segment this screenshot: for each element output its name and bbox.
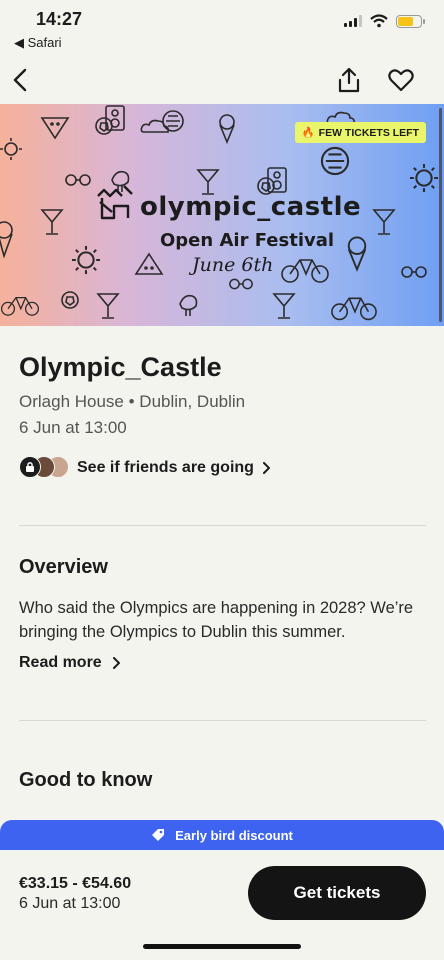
few-tickets-badge: 🔥 FEW TICKETS LEFT xyxy=(294,122,426,143)
cellular-signal-icon xyxy=(344,15,362,27)
battery-icon xyxy=(396,14,425,28)
read-more-label: Read more xyxy=(19,654,102,671)
event-title: Olympic_Castle xyxy=(19,352,222,382)
watermelon-doodle-icon-2 xyxy=(134,252,164,275)
section-divider xyxy=(19,720,426,721)
castle-logo-icon xyxy=(97,185,133,220)
heart-icon xyxy=(388,69,414,92)
brand-date: June 6th xyxy=(192,254,274,276)
cocktail-doodle-icon-3 xyxy=(372,209,396,235)
banner-scrollbar xyxy=(439,108,442,322)
bicycle-doodle-icon xyxy=(281,259,329,283)
event-banner-image[interactable]: 🔥 FEW TICKETS LEFT olympic_castle Open A… xyxy=(0,104,444,326)
good-to-know-heading: Good to know xyxy=(19,769,153,791)
nav-bar xyxy=(0,58,444,102)
fire-icon: 🔥 xyxy=(301,127,315,139)
cocktail-doodle-icon-4 xyxy=(96,293,120,319)
chevron-left-icon xyxy=(13,68,27,92)
back-triangle-icon: ◀ xyxy=(14,35,28,50)
sunglasses-doodle-icon-3 xyxy=(229,278,253,290)
sun-doodle-icon-3 xyxy=(72,246,100,274)
chevron-right-icon xyxy=(112,657,120,669)
share-icon xyxy=(338,67,360,93)
headphones-doodle-icon xyxy=(162,110,184,132)
cocktail-doodle-icon-2 xyxy=(40,209,64,235)
ice-cream-doodle-icon-3 xyxy=(347,236,367,272)
friends-going-link[interactable]: See if friends are going xyxy=(19,456,270,480)
overview-heading: Overview xyxy=(19,556,108,578)
speaker-doodle-icon-2 xyxy=(267,167,287,193)
lock-icon xyxy=(26,462,34,472)
chevron-right-icon xyxy=(262,462,270,474)
ticket-footer: €33.15 - €54.60 6 Jun at 13:00 Get ticke… xyxy=(0,850,444,960)
get-tickets-button[interactable]: Get tickets xyxy=(248,866,426,920)
sunglasses-doodle-icon-2 xyxy=(401,266,427,278)
overview-text: Who said the Olympics are happening in 2… xyxy=(19,599,414,641)
cocktail-doodle-icon-5 xyxy=(272,293,296,319)
brand-subtitle: Open Air Festival xyxy=(160,230,335,251)
friends-going-label: See if friends are going xyxy=(77,459,254,476)
favorite-button[interactable] xyxy=(386,64,416,96)
footer-date: 6 Jun at 13:00 xyxy=(19,895,121,912)
bicycle-doodle-icon-2 xyxy=(0,296,40,316)
event-venue[interactable]: Orlagh House • Dublin, Dublin xyxy=(19,392,245,412)
badge-label: FEW TICKETS LEFT xyxy=(318,126,419,139)
bird-doodle-icon-2 xyxy=(179,294,198,316)
soccer-ball-doodle-icon-3 xyxy=(61,291,79,309)
ice-cream-doodle-icon xyxy=(219,114,235,144)
back-to-app-link[interactable]: ◀ Safari xyxy=(14,35,62,51)
speaker-doodle-icon xyxy=(105,105,125,131)
status-time: 14:27 xyxy=(36,9,83,29)
read-more-link[interactable]: Read more xyxy=(19,654,120,672)
event-datetime: 6 Jun at 13:00 xyxy=(19,418,127,437)
brand-title: olympic_castle xyxy=(140,192,362,222)
wifi-icon xyxy=(370,14,388,28)
friend-avatars xyxy=(19,456,71,480)
avatar xyxy=(19,456,41,478)
home-indicator[interactable] xyxy=(143,944,301,949)
early-bird-banner: Early bird discount xyxy=(0,820,444,850)
price-range: €33.15 - €54.60 xyxy=(19,875,132,892)
watermelon-doodle-icon xyxy=(40,117,70,140)
sun-doodle-icon xyxy=(0,138,22,160)
status-bar: 14:27 ◀ Safari xyxy=(0,0,444,58)
back-app-label: Safari xyxy=(27,35,62,50)
tag-icon xyxy=(152,829,165,841)
share-button[interactable] xyxy=(334,64,364,96)
sunglasses-doodle-icon xyxy=(65,174,91,186)
early-bird-label: Early bird discount xyxy=(175,827,293,843)
headphones-doodle-icon-2 xyxy=(320,146,350,176)
ice-cream-doodle-icon-2 xyxy=(0,221,13,259)
back-button[interactable] xyxy=(6,64,34,96)
sun-doodle-icon-2 xyxy=(410,164,438,192)
section-divider xyxy=(19,525,426,526)
bicycle-doodle-icon-3 xyxy=(331,297,377,321)
status-icons xyxy=(344,14,425,28)
